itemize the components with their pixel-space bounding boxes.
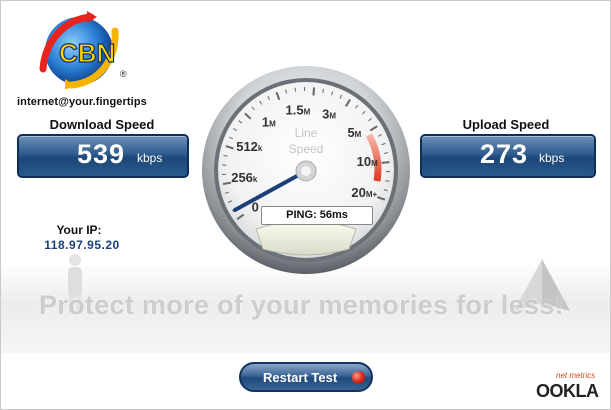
gauge-tick-mark [385, 180, 390, 182]
ookla-tagline: net metrics [556, 371, 596, 380]
red-orb-icon [352, 371, 365, 384]
upload-speed-display: 273 kbps [420, 134, 596, 178]
cbn-logo: CBN ® [39, 11, 127, 89]
ping-readout: PING: 56ms [261, 206, 373, 225]
tagline: internet@your.fingertips [17, 96, 147, 108]
gauge-center-label-line1: Line [295, 126, 318, 140]
download-speed-unit: kbps [137, 151, 163, 165]
download-speed-display: 539 kbps [17, 134, 189, 178]
restart-test-button[interactable]: Restart Test [239, 362, 373, 392]
ping-label: PING: [286, 209, 317, 221]
upload-speed-value: 273 [480, 139, 529, 169]
your-ip-label: Your IP: [56, 223, 102, 237]
upload-speed-unit: kbps [539, 151, 565, 165]
speedtest-window: CBN ® internet@your.fingertips Download … [0, 0, 611, 410]
gauge-center-label-line2: Speed [289, 142, 324, 156]
ping-value: 56ms [319, 209, 348, 221]
gauge-window [255, 220, 357, 256]
download-speed-value: 539 [77, 139, 126, 169]
logo-text: CBN [59, 38, 115, 68]
photobucket-watermark: Protect more of your memories for less! [39, 290, 564, 320]
upload-speed-title: Upload Speed [462, 117, 550, 132]
registered-mark: ® [120, 69, 127, 79]
download-speed-title: Download Speed [49, 117, 155, 132]
gauge-tick-mark [381, 161, 390, 164]
gauge-tick-mark [294, 87, 297, 92]
speed-gauge: Line Speed 0256k512k1M1.5M 3M5M10M20M+ [202, 66, 410, 274]
restart-test-label: Restart Test [263, 370, 338, 385]
gauge-tick-mark [312, 87, 316, 96]
gauge-hub-cap [301, 166, 311, 176]
gauge-tick-mark [222, 181, 232, 185]
ookla-logo: OOKLA [536, 381, 599, 401]
your-ip-value: 118.97.95.20 [44, 238, 120, 252]
